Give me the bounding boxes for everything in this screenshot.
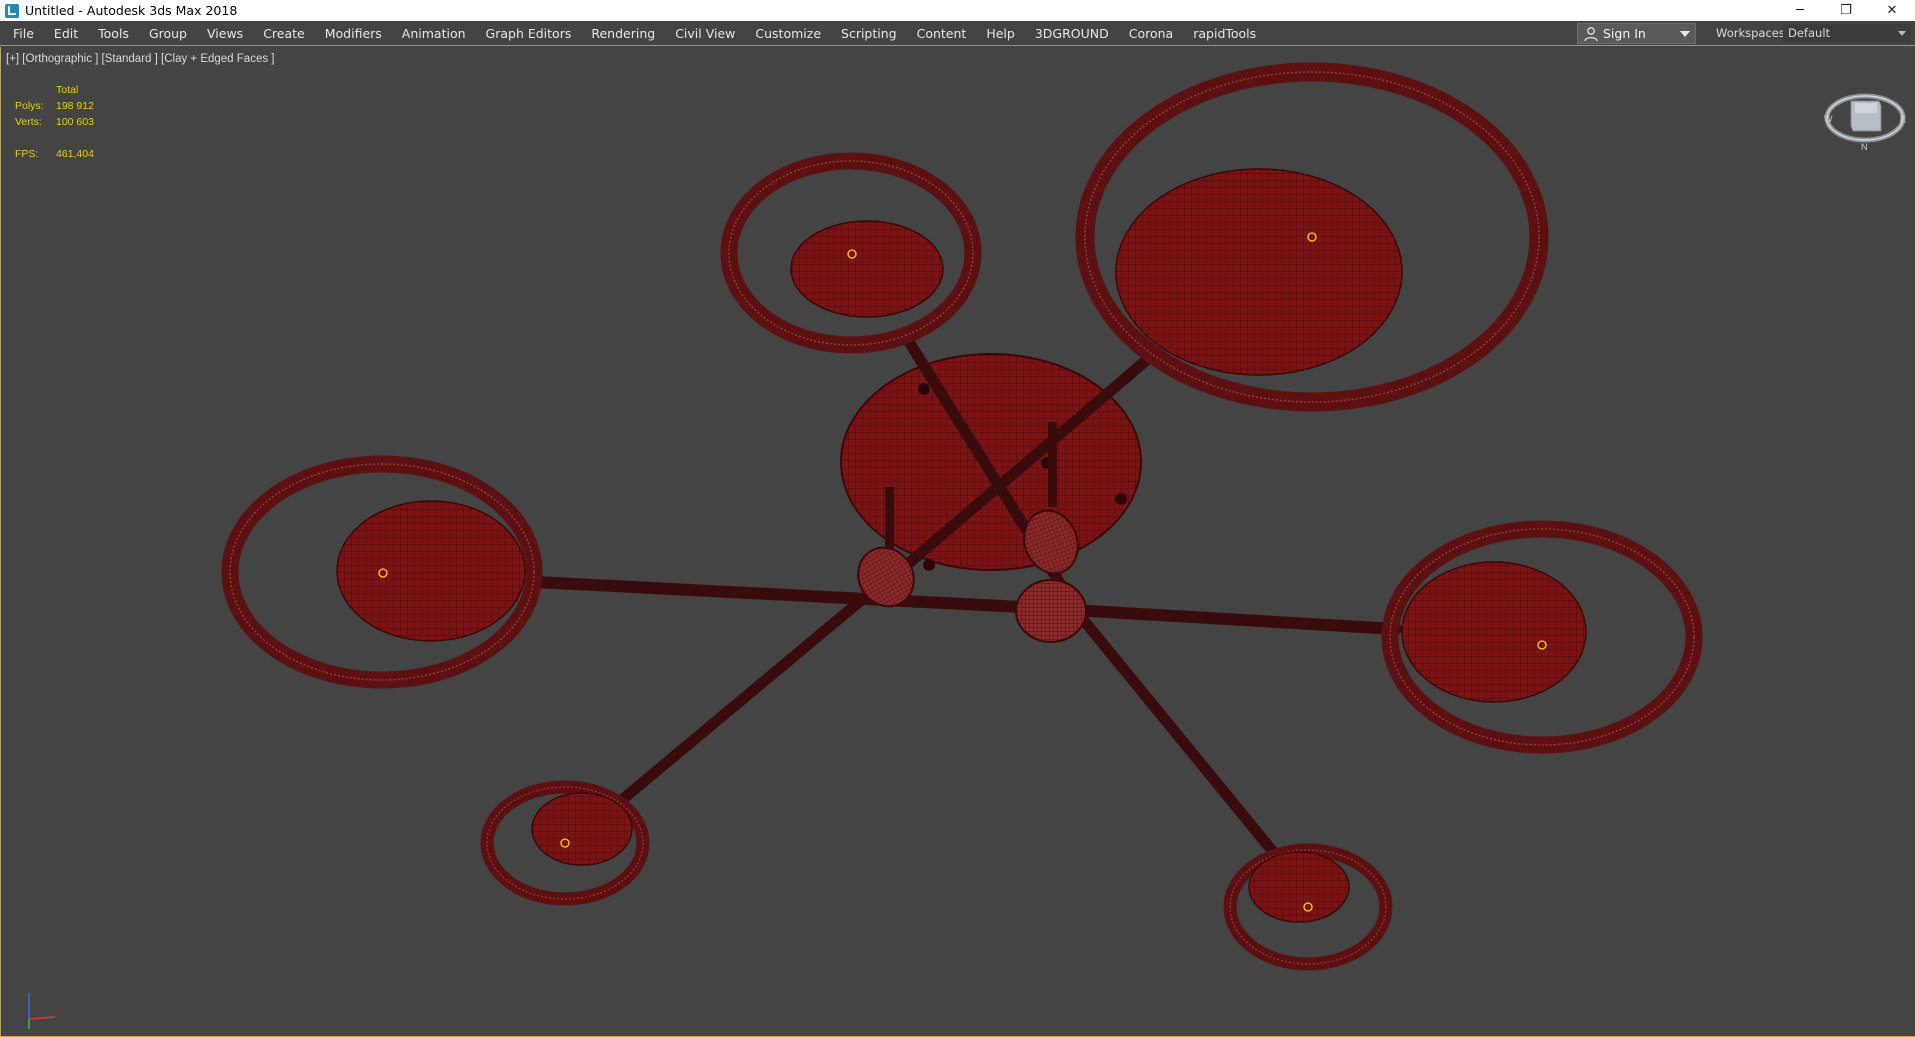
chevron-down-icon [1898, 31, 1906, 36]
lamp-bottom-right-small[interactable] [1223, 843, 1393, 971]
scene-model-chandelier[interactable] [1, 47, 1915, 1037]
stats-polys-value: 198 912 [56, 100, 94, 112]
stats-verts-label: Verts: [15, 116, 42, 128]
compass-w-label: W [1824, 114, 1833, 124]
menu-file[interactable]: File [0, 21, 44, 46]
sign-in-dropdown[interactable]: Sign In [1577, 23, 1696, 44]
menu-civil-view[interactable]: Civil View [665, 21, 745, 46]
stats-polys-label: Polys: [15, 100, 44, 112]
window-title: Untitled - Autodesk 3ds Max 2018 [25, 3, 238, 18]
lamp-top-small[interactable] [720, 152, 982, 354]
close-button[interactable]: ✕ [1869, 0, 1915, 21]
menu-group[interactable]: Group [139, 21, 197, 46]
lamp-bottom-left-small[interactable] [480, 780, 650, 906]
3dsmax-app-icon[interactable] [5, 3, 19, 18]
menu-help[interactable]: Help [976, 21, 1025, 46]
menu-corona[interactable]: Corona [1119, 21, 1183, 46]
workspaces-label: Workspaces: [1716, 26, 1789, 40]
title-bar: Untitled - Autodesk 3ds Max 2018 ─ ❐ ✕ [0, 0, 1915, 21]
stats-total-header: Total [56, 84, 79, 96]
axis-tripod-icon [28, 993, 56, 1029]
workspaces-value: Default [1788, 26, 1831, 40]
compass-e-label: E [1900, 114, 1906, 124]
chevron-down-icon [1680, 31, 1690, 37]
rod-bottom-left [605, 586, 877, 815]
stats-verts-value: 100 603 [56, 116, 94, 128]
menu-edit[interactable]: Edit [44, 21, 88, 46]
ceiling-canopy[interactable] [840, 353, 1142, 571]
compass-n-label: N [1861, 142, 1868, 152]
viewport-label-menu[interactable]: [+] [Orthographic ] [Standard ] [Clay + … [6, 53, 274, 65]
lamp-top-right-large[interactable] [1075, 62, 1549, 412]
minimize-button[interactable]: ─ [1777, 0, 1823, 21]
menu-tools[interactable]: Tools [88, 21, 139, 46]
menu-content[interactable]: Content [907, 21, 977, 46]
stats-fps-value: 461,404 [56, 148, 94, 160]
menu-rendering[interactable]: Rendering [581, 21, 665, 46]
rod-left [530, 576, 1027, 613]
menu-modifiers[interactable]: Modifiers [315, 21, 392, 46]
window-controls: ─ ❐ ✕ [1777, 0, 1915, 21]
menu-create[interactable]: Create [253, 21, 315, 46]
menu-views[interactable]: Views [197, 21, 253, 46]
lamp-left[interactable] [221, 455, 543, 689]
sign-in-label: Sign In [1603, 26, 1646, 41]
restore-button[interactable]: ❐ [1823, 0, 1869, 21]
lamp-right[interactable] [1381, 520, 1703, 754]
rod-bottom-right [1075, 611, 1285, 865]
menu-customize[interactable]: Customize [745, 21, 831, 46]
menu-animation[interactable]: Animation [392, 21, 476, 46]
user-icon [1584, 26, 1598, 41]
viewcube-navigation[interactable]: W E N [1821, 73, 1909, 153]
menu-graph-editors[interactable]: Graph Editors [476, 21, 582, 46]
workspaces-select[interactable]: Default [1783, 24, 1911, 43]
menu-rapidtools[interactable]: rapidTools [1183, 21, 1266, 46]
stats-fps-label: FPS: [15, 148, 39, 160]
viewport-orthographic[interactable]: [+] [Orthographic ] [Standard ] [Clay + … [0, 47, 1915, 1037]
menu-scripting[interactable]: Scripting [831, 21, 907, 46]
menu-3dground[interactable]: 3DGROUND [1025, 21, 1119, 46]
